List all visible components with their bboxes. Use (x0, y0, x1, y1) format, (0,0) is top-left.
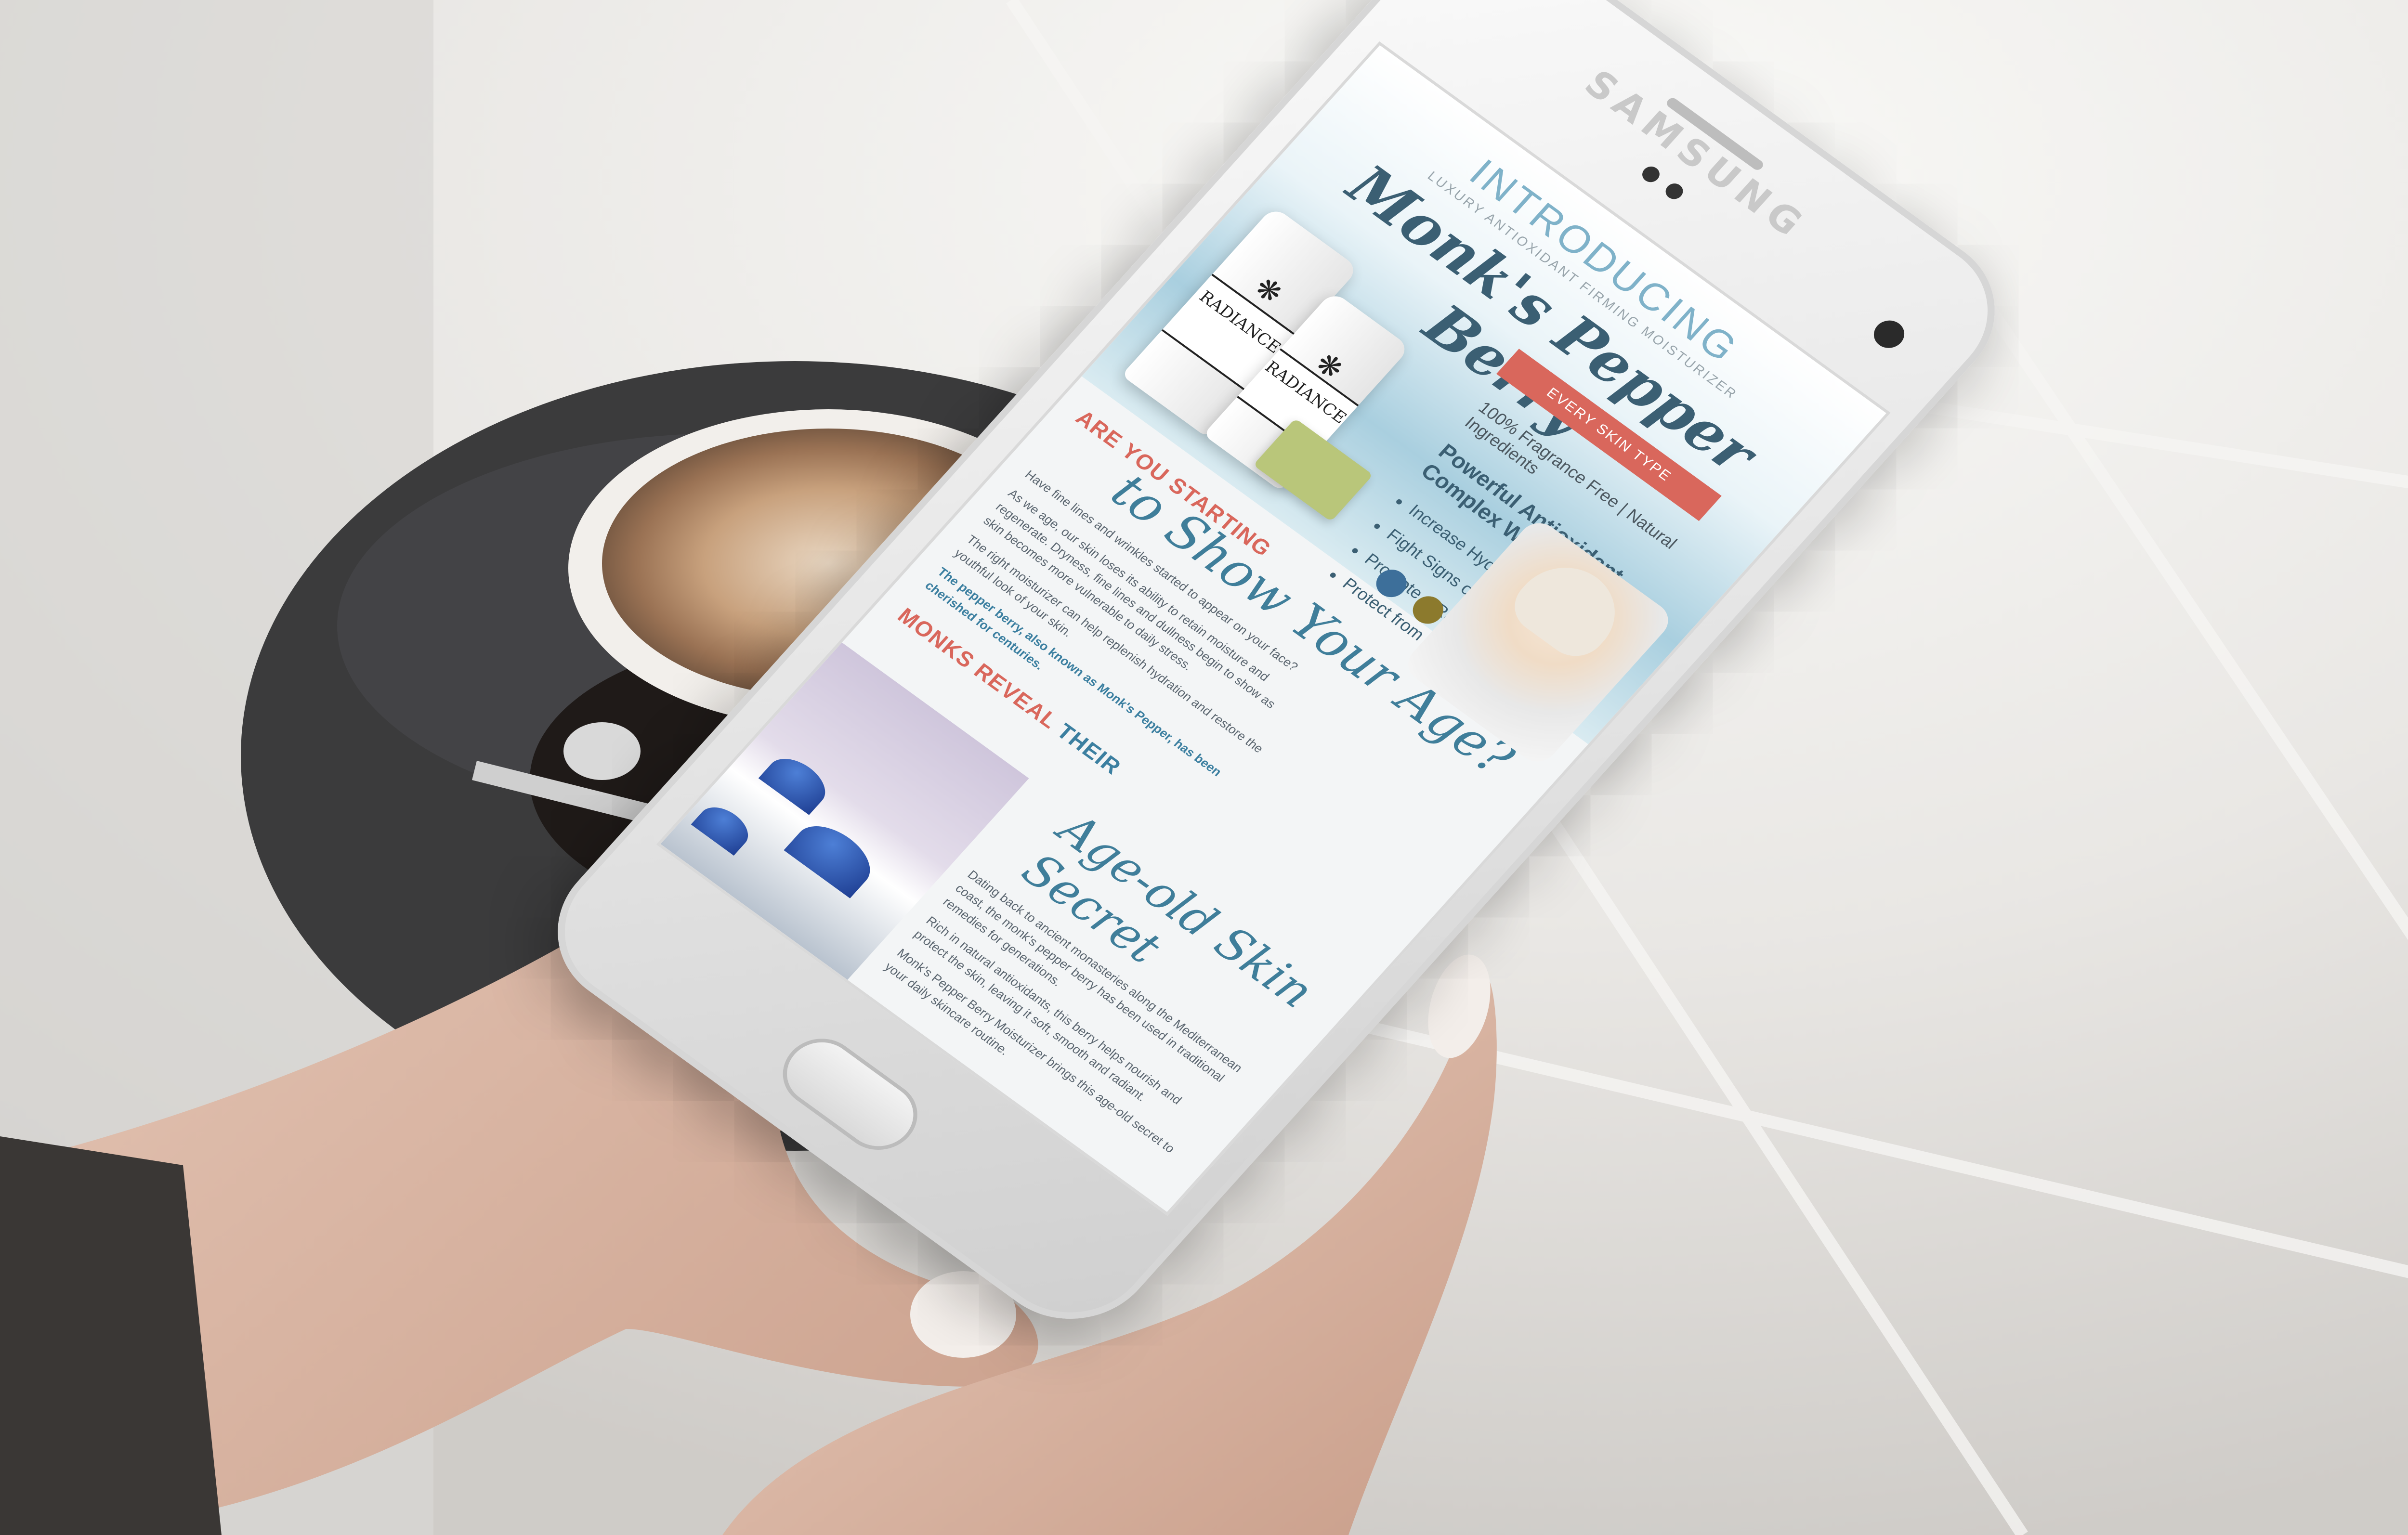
blue-dome (758, 749, 835, 815)
blue-dome (691, 799, 757, 856)
light-sensor (1662, 180, 1687, 203)
proximity-sensor (1638, 163, 1663, 185)
photo-scene: SAMSUNG INTRODUCING LUXURY ANTIOXIDANT F… (0, 0, 2408, 1535)
body-paragraph: Monk's Pepper Berry Moisturizer brings t… (882, 946, 1178, 1156)
spoon-bowl (563, 722, 641, 780)
blue-dome (784, 814, 883, 898)
